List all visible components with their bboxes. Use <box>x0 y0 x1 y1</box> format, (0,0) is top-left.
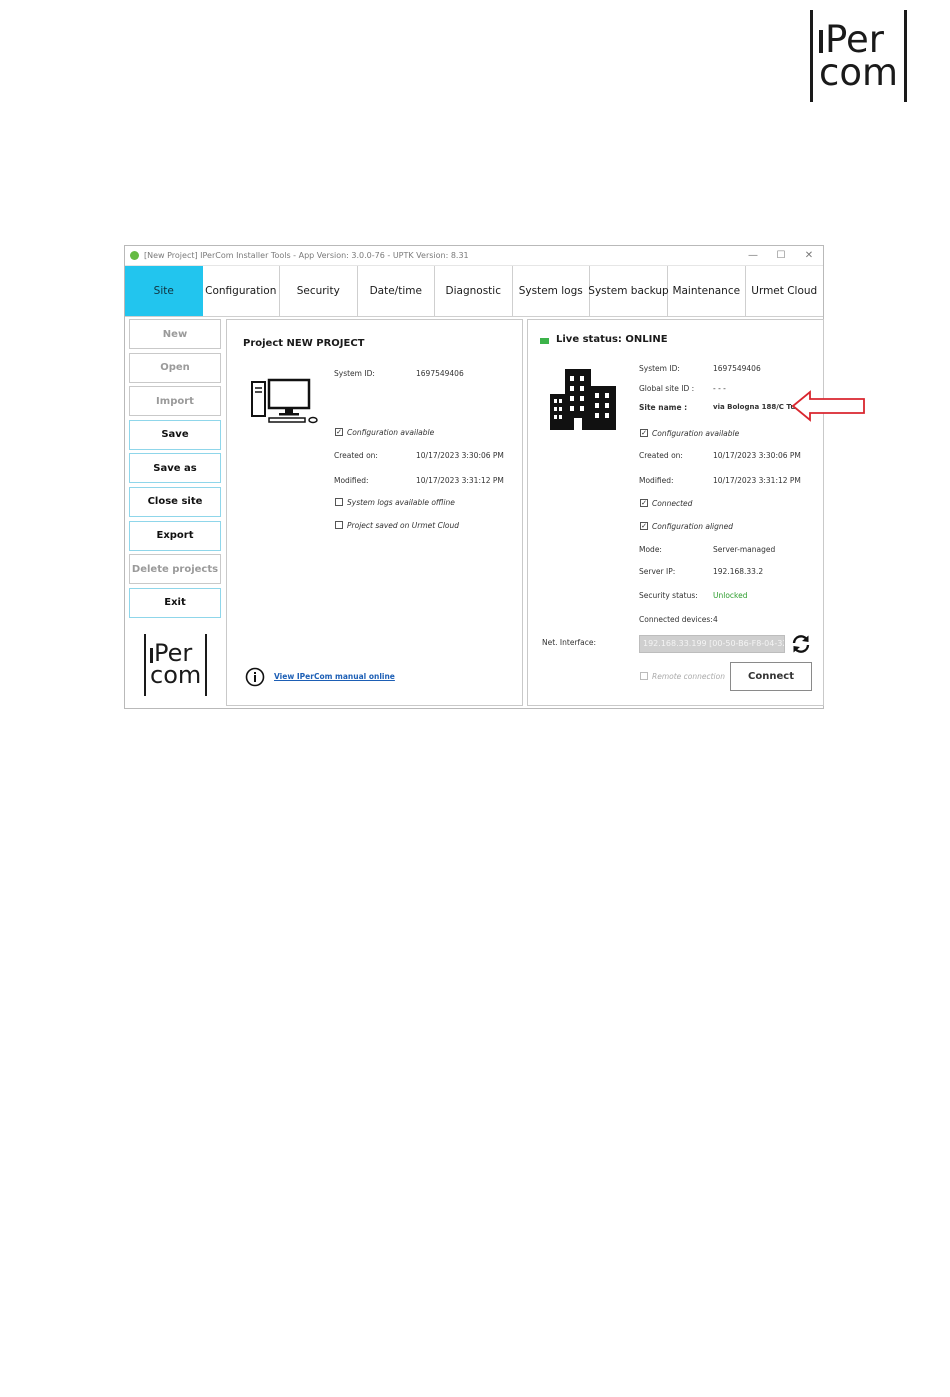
logs-offline-checkbox[interactable] <box>335 498 343 506</box>
server-ip-value: 192.168.33.2 <box>713 567 764 576</box>
sidebar-logo-com: com <box>150 661 202 689</box>
sidebar-logo: Per com <box>144 634 208 696</box>
ipercom-logo: Per com <box>810 10 908 102</box>
connect-button[interactable]: Connect <box>730 662 812 691</box>
net-interface-label: Net. Interface: <box>542 638 597 647</box>
modified-label: Modified: <box>334 476 369 485</box>
title-bar: [New Project] IPerCom Installer Tools - … <box>125 246 823 266</box>
saved-cloud-label: Project saved on Urmet Cloud <box>347 521 460 530</box>
window-title: [New Project] IPerCom Installer Tools - … <box>144 251 469 260</box>
tab-security[interactable]: Security <box>280 266 358 316</box>
project-panel: Project NEW PROJECT System ID: 169754940… <box>226 319 523 706</box>
created-value: 10/17/2023 3:30:06 PM <box>416 451 504 460</box>
project-title: Project NEW PROJECT <box>243 338 365 349</box>
live-config-available-label: Configuration available <box>652 429 740 438</box>
system-id-label: System ID: <box>334 369 375 378</box>
connected-label: Connected <box>652 499 693 508</box>
app-window: [New Project] IPerCom Installer Tools - … <box>124 245 824 709</box>
live-system-id-value: 1697549406 <box>713 364 761 373</box>
tab-system-logs[interactable]: System logs <box>513 266 590 316</box>
tab-system-backup[interactable]: System backup <box>588 266 669 316</box>
close-site-button[interactable]: Close site <box>129 486 221 517</box>
live-modified-value: 10/17/2023 3:31:12 PM <box>713 476 801 485</box>
created-label: Created on: <box>334 451 378 460</box>
computer-icon <box>251 378 318 424</box>
live-system-id-label: System ID: <box>639 364 680 373</box>
net-interface-select[interactable]: 192.168.33.199 [00-50-B6-F8-04-32 <box>639 635 785 653</box>
status-led-icon <box>540 338 549 344</box>
saved-cloud-checkbox[interactable] <box>335 521 343 529</box>
global-site-id-label: Global site ID : <box>639 384 695 393</box>
connected-checkbox[interactable]: ✓ <box>640 499 648 507</box>
site-name-label: Site name : <box>639 403 688 412</box>
app-icon <box>130 251 139 260</box>
security-status-value: Unlocked <box>713 591 748 600</box>
sidebar: New Open Import Save Save as Close site … <box>129 319 221 621</box>
security-status-label: Security status: <box>639 591 698 600</box>
mode-label: Mode: <box>639 545 662 554</box>
logo-text-com: com <box>819 51 899 94</box>
tab-site[interactable]: Site <box>125 266 203 316</box>
tab-diagnostic[interactable]: Diagnostic <box>435 266 513 316</box>
close-button[interactable]: ✕ <box>795 250 823 261</box>
remote-connection-label: Remote connection <box>652 672 725 681</box>
exit-button[interactable]: Exit <box>129 587 221 618</box>
export-button[interactable]: Export <box>129 520 221 551</box>
live-config-available-checkbox[interactable]: ✓ <box>640 429 648 437</box>
config-aligned-checkbox[interactable]: ✓ <box>640 522 648 530</box>
config-available-checkbox[interactable]: ✓ <box>335 428 343 436</box>
save-button[interactable]: Save <box>129 419 221 450</box>
config-aligned-label: Configuration aligned <box>652 522 734 531</box>
system-id-value: 1697549406 <box>416 369 464 378</box>
delete-projects-button[interactable]: Delete projects <box>129 554 221 585</box>
new-button[interactable]: New <box>129 319 221 349</box>
manual-link[interactable]: View IPerCom manual online <box>274 672 395 681</box>
import-button[interactable]: Import <box>129 386 221 417</box>
main-tabs: Site Configuration Security Date/time Di… <box>125 266 823 317</box>
server-ip-label: Server IP: <box>639 567 676 576</box>
open-button[interactable]: Open <box>129 352 221 383</box>
save-as-button[interactable]: Save as <box>129 453 221 484</box>
live-created-value: 10/17/2023 3:30:06 PM <box>713 451 801 460</box>
logs-offline-label: System logs available offline <box>347 498 455 507</box>
live-created-label: Created on: <box>639 451 683 460</box>
tab-datetime[interactable]: Date/time <box>358 266 435 316</box>
modified-value: 10/17/2023 3:31:12 PM <box>416 476 504 485</box>
remote-connection-checkbox[interactable] <box>640 672 648 680</box>
config-available-label: Configuration available <box>347 428 435 437</box>
tab-urmet-cloud[interactable]: Urmet Cloud <box>746 266 824 316</box>
connected-devices-value: 4 <box>713 615 718 624</box>
tab-maintenance[interactable]: Maintenance <box>668 266 746 316</box>
refresh-icon[interactable] <box>791 634 811 654</box>
tab-configuration[interactable]: Configuration <box>203 266 280 316</box>
live-status-panel: Live status: ONLINE System ID: 169754940… <box>527 319 824 706</box>
building-icon <box>550 369 616 430</box>
red-arrow-annotation <box>792 390 865 422</box>
live-modified-label: Modified: <box>639 476 674 485</box>
maximize-button[interactable]: ☐ <box>767 250 795 261</box>
connected-devices-label: Connected devices: <box>639 615 713 624</box>
live-status-title: Live status: ONLINE <box>556 334 668 345</box>
mode-value: Server-managed <box>713 545 776 554</box>
global-site-id-value: - - - <box>713 384 726 393</box>
minimize-button[interactable]: — <box>739 250 767 261</box>
info-icon <box>245 667 265 687</box>
